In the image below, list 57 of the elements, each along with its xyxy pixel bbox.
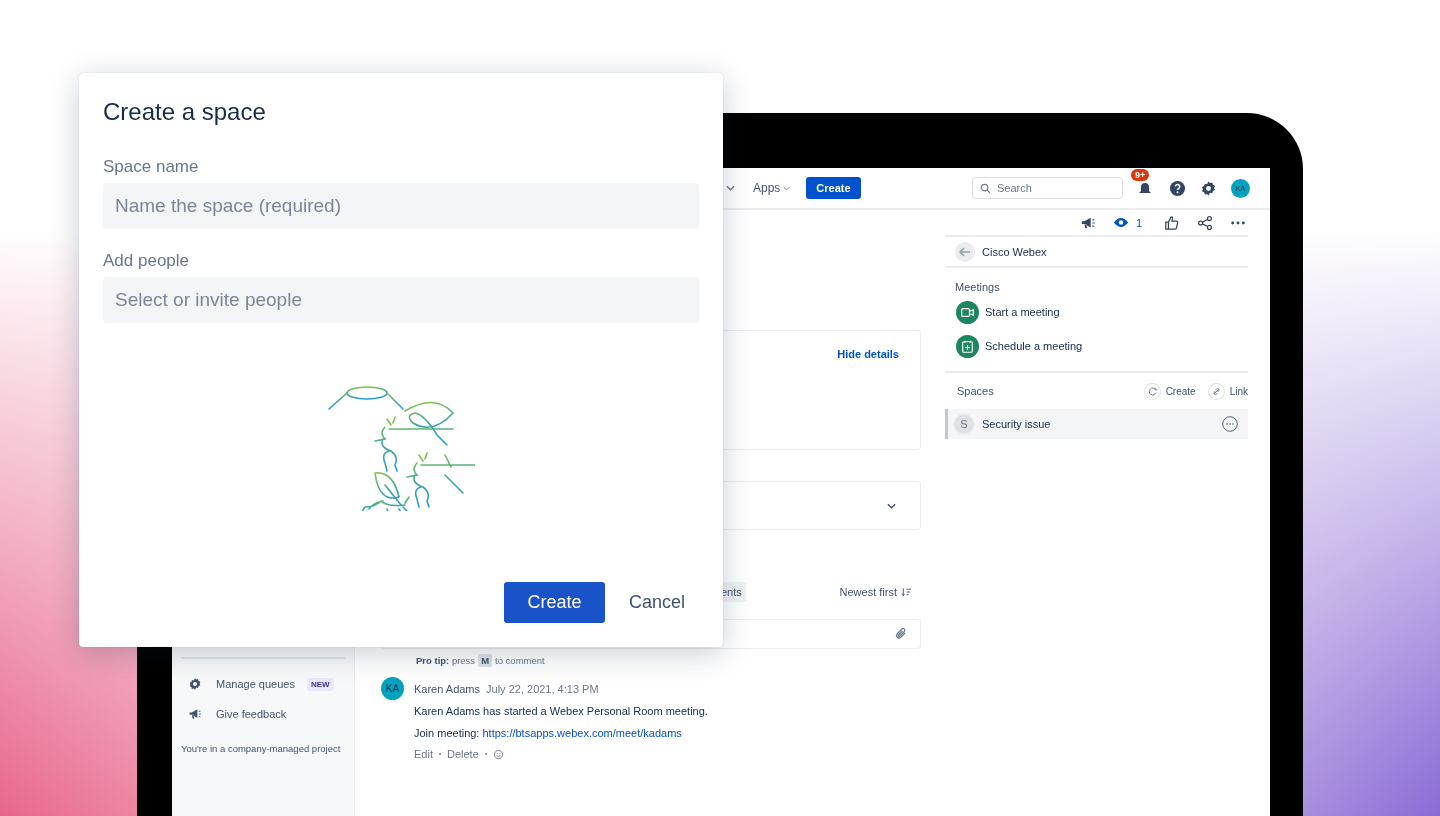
comment-action[interactable]: Delete [446, 748, 479, 760]
sort-icon [901, 587, 912, 597]
paperclip-icon[interactable] [894, 627, 908, 641]
eye-icon [1112, 217, 1129, 228]
new-badge: NEW [306, 677, 334, 691]
sidebar-item[interactable]: Give feedback [181, 699, 345, 729]
pro-tip-text: to comment [495, 655, 545, 666]
meeting-action[interactable]: Schedule a meeting [945, 329, 1248, 363]
section-heading: Spaces [957, 385, 994, 397]
settings-icon[interactable] [1200, 179, 1217, 197]
notification-badge: 9+ [1131, 169, 1150, 181]
dialog-title: Create a space [103, 97, 267, 127]
chevron-down-icon[interactable] [726, 185, 735, 191]
create-button[interactable]: Create [503, 582, 605, 623]
space-item[interactable]: S Security issue [945, 409, 1248, 439]
comment-action[interactable]: Edit [414, 748, 433, 760]
section-heading: Meetings [955, 281, 1001, 293]
sidebar-item[interactable]: Manage queues NEW [181, 669, 345, 699]
caret-icon [783, 185, 791, 191]
comment-date: July 22, 2021, 4:13 PM [486, 683, 599, 695]
create-space-button[interactable]: Create [1143, 382, 1196, 400]
link-space-button[interactable]: Link [1207, 382, 1248, 400]
add-reaction-icon[interactable] [492, 748, 504, 760]
comment-text: Karen Adams has started a Webex Personal Room meeting. [414, 705, 708, 717]
search-icon [980, 183, 991, 194]
field-label: Space name [103, 157, 200, 177]
sort-button[interactable]: Newest first [839, 586, 921, 598]
gear-icon [188, 677, 202, 691]
keyboard-key: M [478, 654, 493, 667]
meeting-link[interactable]: https://btsapps.webex.com/meet/kadams [482, 727, 682, 739]
join-meeting-text: Join meeting: https://btsapps.webex.com/meet/kadams [414, 727, 683, 739]
megaphone-icon [188, 707, 202, 721]
user-avatar: KA [381, 677, 404, 700]
link-icon [1207, 382, 1225, 400]
input-field[interactable]: Name the space (required) [103, 183, 699, 229]
calendar-icon [956, 334, 979, 358]
video-camera-icon [956, 300, 979, 324]
create-button[interactable]: Create [806, 177, 861, 199]
project-type-note: You're in a company-managed project [181, 743, 342, 754]
help-icon[interactable] [1169, 179, 1186, 197]
cancel-button[interactable]: Cancel [614, 582, 699, 623]
meeting-action[interactable]: Start a meeting [945, 295, 1248, 329]
panel-title: Cisco Webex [982, 245, 1047, 258]
thumbs-up-icon[interactable] [1164, 214, 1180, 231]
nav-menu[interactable]: Apps [747, 181, 797, 195]
refresh-icon [1143, 382, 1161, 400]
space-avatar: S [954, 414, 974, 434]
search-field[interactable]: Search [972, 177, 1123, 199]
hide-details-link[interactable]: Hide details [837, 348, 899, 360]
field-label: Add people [103, 251, 191, 271]
watchers-button[interactable]: 1 [1112, 216, 1142, 229]
pro-tip-text: Pro tip: press [416, 655, 476, 666]
input-field[interactable]: Select or invite people [103, 277, 699, 323]
share-icon[interactable] [1197, 214, 1213, 231]
more-icon[interactable] [1222, 416, 1238, 432]
chevron-down-icon [887, 502, 896, 509]
comment-author: Karen Adams [414, 683, 481, 695]
